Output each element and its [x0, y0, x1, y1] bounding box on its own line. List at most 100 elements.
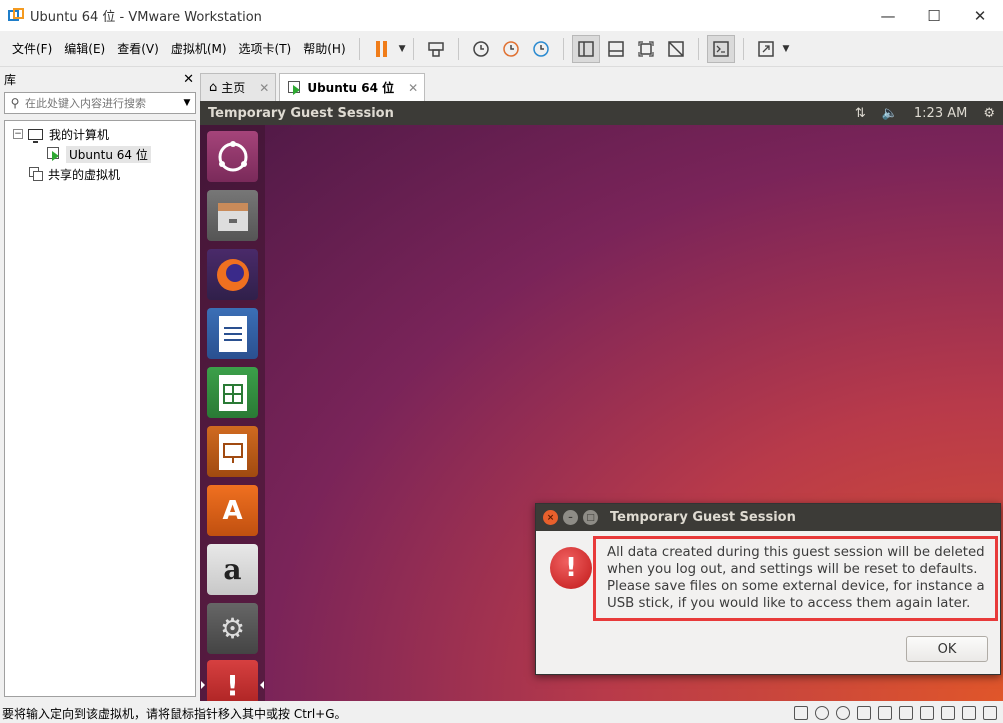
library-close-icon[interactable]: ✕ — [183, 72, 194, 87]
guest-top-panel: Temporary Guest Session ⇅ 🔈 1:23 AM ⚙ — [200, 101, 1003, 125]
pause-dropdown-icon[interactable]: ▼ — [399, 44, 406, 54]
active-app-left-arrow-icon — [201, 681, 205, 689]
display-icon[interactable] — [962, 706, 976, 720]
menu-edit[interactable]: 编辑(E) — [58, 37, 111, 61]
dialog-close-icon[interactable]: × — [543, 510, 558, 525]
full-screen-button[interactable] — [632, 35, 660, 63]
tree-item-ubuntu-vm[interactable]: Ubuntu 64 位 — [47, 144, 151, 164]
dialog-message: All data created during this guest sessi… — [593, 536, 998, 621]
active-app-right-arrow-icon — [260, 681, 264, 689]
search-icon: ⚲ — [10, 96, 20, 110]
files-icon[interactable] — [207, 190, 258, 241]
menu-help[interactable]: 帮助(H) — [297, 37, 351, 61]
device-icons — [794, 706, 997, 720]
stretch-dropdown-icon[interactable]: ▼ — [783, 44, 790, 54]
tab-close-icon[interactable]: ✕ — [408, 81, 418, 95]
usb-icon[interactable] — [899, 706, 913, 720]
toolbar-separator — [358, 37, 360, 60]
tab-home[interactable]: ⌂ 主页 ✕ — [200, 73, 277, 101]
library-header: 库 ✕ — [0, 68, 200, 90]
snapshot-button[interactable] — [467, 35, 495, 63]
dialog-titlebar: × – □ Temporary Guest Session — [536, 504, 1000, 531]
collapse-toggle-icon[interactable]: − — [13, 129, 23, 139]
dialog-minimize-icon[interactable]: – — [563, 510, 578, 525]
guest-clock[interactable]: 1:23 AM — [914, 106, 967, 121]
unity-icon — [667, 40, 684, 57]
guest-session-dialog: × – □ Temporary Guest Session ! All data… — [535, 503, 1001, 675]
hard-disk-icon[interactable] — [794, 706, 808, 720]
toolbar-separator — [412, 37, 414, 60]
network-icon[interactable]: ⇅ — [855, 106, 866, 121]
libreoffice-impress-icon[interactable] — [207, 426, 258, 477]
tab-strip: ⌂ 主页 ✕ Ubuntu 64 位 ✕ — [200, 73, 428, 101]
alert-app-icon[interactable]: ! — [207, 660, 258, 701]
stretch-icon — [757, 40, 774, 57]
snapshot-manager-icon — [532, 40, 549, 57]
tree-item-shared-vms[interactable]: 共享的虚拟机 — [29, 164, 120, 184]
stretch-view-button[interactable] — [752, 35, 780, 63]
console-icon — [712, 40, 729, 57]
amazon-icon[interactable]: a — [207, 544, 258, 595]
dialog-maximize-icon[interactable]: □ — [583, 510, 598, 525]
home-icon: ⌂ — [209, 80, 218, 95]
status-message: 要将输入定向到该虚拟机，请将鼠标指针移入其中或按 Ctrl+G。 — [2, 706, 347, 721]
tree-label-shared: 共享的虚拟机 — [48, 167, 121, 182]
library-tree: − 我的计算机 Ubuntu 64 位 共享的虚拟机 — [4, 120, 196, 697]
ok-button[interactable]: OK — [906, 636, 988, 662]
sound-card-icon[interactable] — [920, 706, 934, 720]
tab-ubuntu[interactable]: Ubuntu 64 位 ✕ — [279, 73, 426, 101]
maximize-button[interactable]: ☐ — [911, 0, 957, 31]
library-search-input[interactable] — [25, 96, 179, 110]
message-log-icon[interactable] — [983, 706, 997, 720]
minimize-button[interactable]: — — [865, 0, 911, 31]
status-bar: 要将输入定向到该虚拟机，请将鼠标指针移入其中或按 Ctrl+G。 — [0, 703, 1003, 723]
floppy-icon[interactable] — [857, 706, 871, 720]
libreoffice-writer-icon[interactable] — [207, 308, 258, 359]
unity-mode-button[interactable] — [662, 35, 690, 63]
ubuntu-software-icon[interactable]: A — [207, 485, 258, 536]
cd-dvd-icon[interactable] — [815, 706, 829, 720]
firefox-icon[interactable] — [207, 249, 258, 300]
snapshot-manager-button[interactable] — [527, 35, 555, 63]
volume-icon[interactable]: 🔈 — [882, 106, 898, 121]
menu-toolbar: 文件(F) 编辑(E) 查看(V) 虚拟机(M) 选项卡(T) 帮助(H) ▼ … — [0, 31, 1003, 67]
computer-icon — [28, 128, 43, 143]
vm-running-icon — [288, 80, 302, 95]
menu-view[interactable]: 查看(V) — [111, 37, 165, 61]
system-settings-icon[interactable]: ⚙ — [207, 603, 258, 654]
tree-label-my-computer: 我的计算机 — [49, 127, 110, 142]
guest-session-title: Temporary Guest Session — [208, 105, 394, 121]
revert-snapshot-button[interactable] — [497, 35, 525, 63]
tab-ubuntu-label: Ubuntu 64 位 — [307, 81, 395, 95]
network-adapter-icon[interactable] — [878, 706, 892, 720]
menu-file[interactable]: 文件(F) — [6, 37, 58, 61]
cd-dvd-2-icon[interactable] — [836, 706, 850, 720]
snapshot-clock-icon — [472, 40, 489, 57]
show-library-button[interactable] — [571, 34, 600, 63]
vmware-logo-icon — [8, 7, 24, 24]
thumbnail-icon — [607, 40, 624, 57]
toolbar-separator — [697, 37, 699, 60]
pause-button[interactable] — [368, 35, 396, 63]
dialog-title: Temporary Guest Session — [610, 510, 796, 525]
vm-console[interactable]: Temporary Guest Session ⇅ 🔈 1:23 AM ⚙ A — [200, 101, 1003, 701]
library-search[interactable]: ⚲ ▼ — [4, 92, 196, 114]
tab-close-icon[interactable]: ✕ — [259, 81, 269, 95]
menu-vm[interactable]: 虚拟机(M) — [165, 37, 233, 61]
console-view-button[interactable] — [706, 34, 735, 63]
window-title: Ubuntu 64 位 - VMware Workstation — [30, 10, 262, 25]
ubuntu-dash-icon[interactable] — [207, 131, 258, 182]
library-title: 库 — [4, 72, 17, 87]
close-button[interactable]: ✕ — [957, 0, 1003, 31]
send-ctrl-alt-del-button[interactable] — [422, 35, 450, 63]
send-keys-icon — [427, 41, 444, 57]
title-bar: Ubuntu 64 位 - VMware Workstation — ☐ ✕ — [0, 0, 1003, 31]
tree-item-my-computer[interactable]: − 我的计算机 — [13, 124, 109, 144]
shared-vms-icon — [29, 167, 43, 181]
thumbnail-bar-button[interactable] — [602, 35, 630, 63]
printer-icon[interactable] — [941, 706, 955, 720]
menu-tabs[interactable]: 选项卡(T) — [233, 37, 298, 61]
libreoffice-calc-icon[interactable] — [207, 367, 258, 418]
search-dropdown-icon[interactable]: ▼ — [179, 98, 195, 108]
system-gear-icon[interactable]: ⚙ — [983, 106, 995, 121]
